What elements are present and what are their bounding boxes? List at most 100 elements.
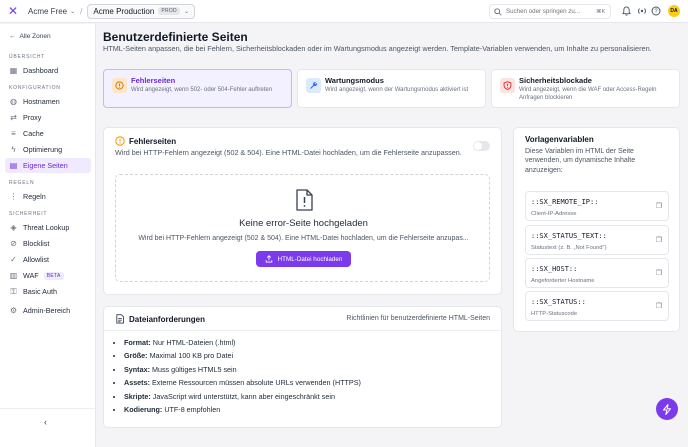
sidebar-item-dashboard[interactable]: ▦ Dashboard [5, 63, 91, 78]
sidebar-item-hostnames[interactable]: ◍ Hostnamen [5, 94, 91, 109]
panel-divider [104, 330, 501, 331]
sidebar-item-rules[interactable]: ⋮ Regeln [5, 189, 91, 204]
item-key: Skripte: [124, 391, 151, 401]
sidebar-item-optimization[interactable]: ϟ Optimierung [5, 142, 91, 157]
variable-description: HTTP-Statuscode [531, 311, 578, 317]
page-subtitle: HTML-Seiten anpassen, die bei Fehlern, S… [103, 44, 652, 53]
settings-icon: ⚙ [9, 306, 18, 315]
item-value: Nur HTML-Dateien (.html) [152, 338, 236, 347]
sidebar-item-waf[interactable]: ▥ WAF BETA [5, 268, 91, 283]
requirements-note: Richtlinien für benutzerdefinierte HTML-… [346, 315, 490, 322]
upload-dropzone[interactable]: Keine error-Seite hochgeladen Wird bei H… [115, 174, 490, 282]
chevron-down-icon: ⌄ [183, 8, 189, 15]
sidebar-item-basic-auth[interactable]: ⚿ Basic Auth [5, 284, 91, 299]
list-item: Format: Nur HTML-Dateien (.html) [124, 338, 361, 351]
sidebar-item-label: Proxy [23, 113, 42, 122]
card-description: Wird angezeigt, wenn die WAF oder Access… [519, 87, 657, 102]
panel-title: Dateianforderungen [115, 314, 205, 324]
sidebar-item-label: Basic Auth [23, 287, 57, 296]
sidebar-item-label: Threat Lookup [23, 223, 70, 232]
globe-icon: ◍ [10, 97, 17, 106]
sidebar-item-label: Regeln [23, 192, 46, 201]
dashboard-icon: ▦ [9, 66, 18, 75]
variable-card: ::SX_STATUS_TEXT:: Statustext (z. B. „No… [525, 225, 669, 255]
collapse-sidebar-icon[interactable]: ‹ [44, 417, 47, 427]
card-security-block[interactable]: Sicherheitsblockade Wird angezeigt, wenn… [491, 69, 680, 108]
lightning-icon [663, 403, 671, 415]
sidebar-item-label: Admin-Bereich [23, 306, 71, 315]
search-box[interactable]: ⌘K [489, 4, 611, 19]
help-icon[interactable]: ? [650, 6, 661, 17]
copy-icon[interactable]: ❐ [656, 236, 662, 244]
variable-card: ::SX_HOST:: Angeforderter Hostname ❐ [525, 258, 669, 288]
variable-description: Client-IP-Adresse [531, 211, 577, 217]
variable-description: Statustext (z. B. „Not Found") [531, 245, 607, 251]
item-value: Externe Ressourcen müssen absolute URLs … [151, 378, 361, 388]
upload-icon [265, 255, 272, 263]
list-item: Größe: Maximal 100 KB pro Datei [124, 351, 361, 364]
item-value: Maximal 100 KB pro Datei [149, 351, 234, 361]
sidebar: ← Alle Zonen ÜBERSICHT ▦ Dashboard KONFIG… [0, 24, 96, 447]
avatar[interactable]: DA [668, 5, 680, 17]
card-title: Sicherheitsblockade [519, 76, 592, 85]
sidebar-item-proxy[interactable]: ⇄ Proxy [5, 110, 91, 125]
error-pages-panel: Fehlerseiten Wird bei HTTP-Fehlern angez… [103, 127, 502, 295]
card-title: Wartungsmodus [325, 76, 384, 85]
file-alert-icon [296, 189, 313, 211]
env-badge: PROD [158, 7, 180, 15]
sidebar-item-admin-area[interactable]: ⚙ Admin-Bereich [5, 303, 91, 318]
file-text-icon [116, 314, 124, 324]
copy-icon[interactable]: ❐ [656, 269, 662, 277]
broadcast-icon[interactable] [636, 6, 647, 17]
card-maintenance[interactable]: Wartungsmodus Wird angezeigt, wenn der W… [297, 69, 486, 108]
search-shortcut: ⌘K [596, 8, 606, 15]
upload-html-button[interactable]: HTML-Datei hochladen [256, 251, 351, 267]
variable-card: ::SX_STATUS:: HTTP-Statuscode ❐ [525, 291, 669, 321]
item-key: Größe: [124, 351, 148, 361]
empty-state-title: Keine error-Seite hochgeladen [239, 218, 368, 229]
sidebar-item-label: Eigene Seiten [23, 161, 68, 170]
rules-icon: ⋮ [9, 192, 18, 201]
lock-icon: ⚿ [10, 286, 17, 296]
template-variables-panel: Vorlagenvariablen Diese Variablen im HTM… [513, 127, 680, 332]
sidebar-item-custom-pages[interactable]: ▤ Eigene Seiten [5, 158, 91, 173]
sidebar-item-cache[interactable]: ≡ Cache [5, 126, 91, 141]
file-icon: ▤ [9, 161, 18, 170]
project-switcher[interactable]: Acme Production PROD ⌄ [87, 3, 195, 19]
org-switcher[interactable]: Acme Free ⌄ [28, 7, 75, 16]
app-logo-icon[interactable]: ✕ [6, 4, 20, 18]
arrow-left-icon: ← [9, 33, 16, 40]
sidebar-item-label: Hostnamen [23, 97, 60, 106]
copy-icon[interactable]: ❐ [656, 302, 662, 310]
panel-title: Vorlagenvariablen [525, 135, 594, 144]
sidebar-item-allowlist[interactable]: ✓ Allowlist [5, 252, 91, 267]
bell-icon[interactable] [621, 6, 632, 17]
upload-button-label: HTML-Datei hochladen [277, 255, 343, 263]
search-input[interactable] [506, 8, 592, 15]
card-error-pages[interactable]: Fehlerseiten Wird angezeigt, wenn 502- o… [103, 69, 292, 108]
panel-title-label: Dateianforderungen [129, 314, 206, 324]
item-key: Format: [124, 338, 151, 347]
sidebar-item-threat-lookup[interactable]: ◈ Threat Lookup [5, 220, 91, 235]
requirements-list: Format: Nur HTML-Dateien (.html) Größe: … [124, 338, 361, 418]
shield-alert-icon [500, 78, 515, 93]
copy-icon[interactable]: ❐ [656, 202, 662, 210]
enable-toggle[interactable] [473, 141, 490, 151]
back-to-zones-link[interactable]: ← Alle Zonen [9, 33, 51, 40]
list-item: Kodierung: UTF-8 empfohlen [124, 405, 361, 418]
card-title: Fehlerseiten [131, 76, 176, 85]
shield-icon: ◈ [10, 223, 17, 232]
card-description: Wird angezeigt, wenn der Wartungsmodus a… [325, 87, 469, 93]
section-configuration: KONFIGURATION [9, 85, 61, 91]
item-value: Muss gültiges HTML5 sein [151, 364, 237, 374]
variable-card: ::SX_REMOTE_IP:: Client-IP-Adresse ❐ [525, 191, 669, 221]
project-name: Acme Production [93, 6, 155, 16]
wrench-icon [306, 78, 321, 93]
sidebar-item-label: WAF [23, 271, 39, 280]
panel-title: Fehlerseiten [115, 136, 176, 146]
quick-actions-button[interactable] [656, 398, 678, 420]
sidebar-item-blocklist[interactable]: ⊘ Blocklist [5, 236, 91, 251]
list-item: Assets: Externe Ressourcen müssen absolu… [124, 378, 361, 391]
ban-icon: ⊘ [10, 239, 17, 248]
item-key: Assets: [124, 378, 150, 388]
